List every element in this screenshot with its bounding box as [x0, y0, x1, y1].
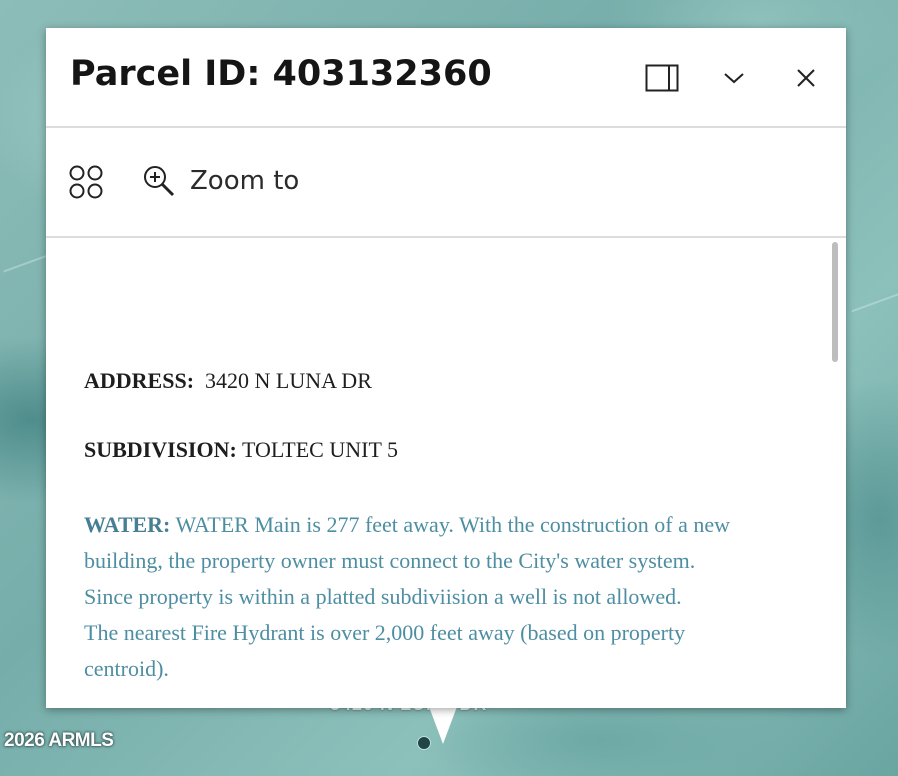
- popup-content[interactable]: ADDRESS: 3420 N LUNA DR SUBDIVISION: TOL…: [46, 238, 846, 708]
- popup-pointer: [428, 704, 458, 744]
- water-label: WATER:: [84, 512, 171, 537]
- subdivision-value: TOLTEC UNIT 5: [241, 437, 398, 462]
- subdivision-field: SUBDIVISION: TOLTEC UNIT 5: [84, 437, 398, 463]
- water-text: Since property is within a platted subdi…: [84, 584, 682, 609]
- popup-header: Parcel ID: 403132360: [46, 28, 846, 128]
- subdivision-label: SUBDIVISION:: [84, 437, 237, 462]
- close-button[interactable]: [786, 58, 826, 98]
- map-texture: [851, 289, 898, 313]
- zoom-to-label: Zoom to: [190, 166, 300, 196]
- parcel-popup: Parcel ID: 403132360 Zoom to ADDRESS: 34…: [46, 28, 846, 708]
- chevron-down-icon: [724, 73, 744, 84]
- address-value: 3420 N LUNA DR: [205, 368, 372, 393]
- water-text: WATER Main is 277 feet away. With the co…: [175, 512, 730, 537]
- actions-grid-icon: [69, 165, 103, 199]
- popup-toolbar: Zoom to: [46, 128, 846, 238]
- zoom-to-button[interactable]: Zoom to: [142, 158, 299, 204]
- scrollbar-thumb[interactable]: [832, 242, 838, 362]
- zoom-in-magnifier-icon: [144, 166, 175, 197]
- actions-button[interactable]: [66, 162, 106, 202]
- water-text: centroid).: [84, 656, 169, 681]
- water-text: The nearest Fire Hydrant is over 2,000 f…: [84, 620, 686, 645]
- parcel-location-marker[interactable]: [417, 736, 431, 750]
- address-field: ADDRESS: 3420 N LUNA DR: [84, 368, 372, 394]
- collapse-button[interactable]: [714, 58, 754, 98]
- water-field: WATER: WATER Main is 277 feet away. With…: [84, 507, 804, 687]
- address-label: ADDRESS:: [84, 368, 195, 393]
- water-line: WATER: WATER Main is 277 feet away. With…: [84, 507, 804, 543]
- dock-panel-icon: [645, 64, 679, 92]
- popup-title: Parcel ID: 403132360: [70, 54, 492, 94]
- map-copyright: 2026 ARMLS: [4, 730, 114, 751]
- water-text: building, the property owner must connec…: [84, 548, 696, 573]
- dock-button[interactable]: [642, 58, 682, 98]
- close-icon: [797, 69, 815, 87]
